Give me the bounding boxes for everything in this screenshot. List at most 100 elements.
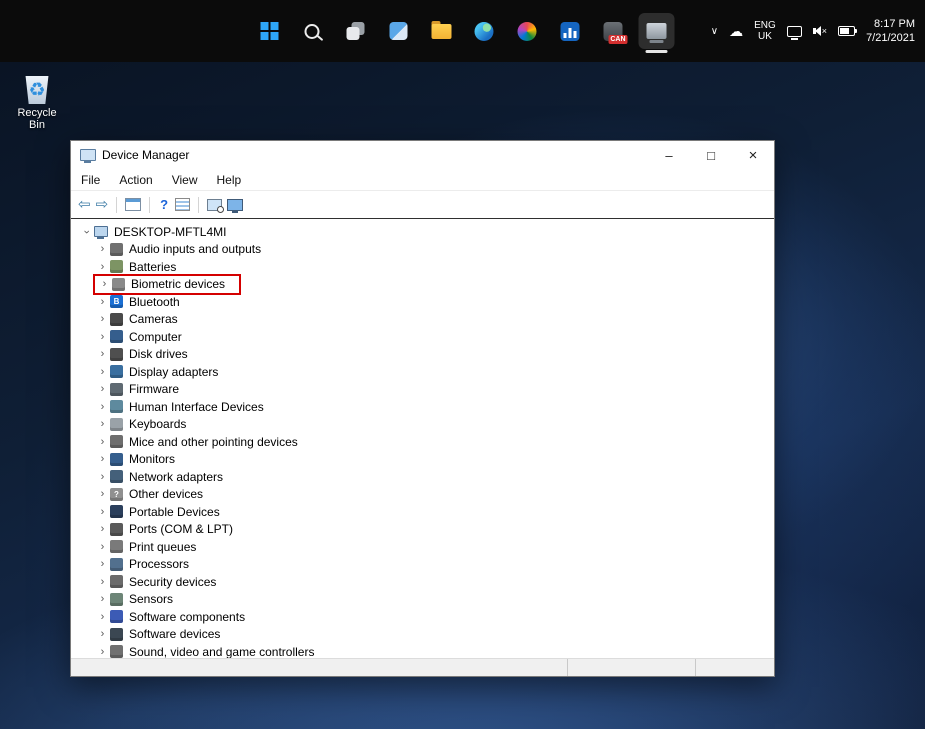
expand-chevron-icon[interactable]: › bbox=[95, 366, 110, 378]
expand-chevron-icon[interactable]: › bbox=[95, 418, 110, 430]
device-category-row[interactable]: › Display adapters bbox=[71, 363, 774, 381]
device-manager-taskbar-button[interactable] bbox=[638, 13, 674, 49]
expand-chevron-icon[interactable]: › bbox=[95, 453, 110, 465]
expand-chevron-icon[interactable]: › bbox=[95, 646, 110, 658]
speaker-icon bbox=[110, 242, 123, 256]
device-category-row[interactable]: › Processors bbox=[71, 556, 774, 574]
expand-chevron-icon[interactable]: › bbox=[95, 506, 110, 518]
device-category-row[interactable]: › Software devices bbox=[71, 626, 774, 644]
expand-chevron-icon[interactable]: › bbox=[95, 488, 110, 500]
expand-chevron-icon[interactable]: › bbox=[95, 611, 110, 623]
expand-chevron-icon[interactable]: › bbox=[95, 348, 110, 360]
close-button[interactable]: × bbox=[732, 141, 774, 169]
tree-root-row[interactable]: › DESKTOP-MFTL4MI bbox=[71, 223, 774, 241]
device-category-row[interactable]: › Disk drives bbox=[71, 346, 774, 364]
unknown-device-icon: ? bbox=[110, 487, 123, 501]
expand-chevron-icon[interactable]: › bbox=[95, 243, 110, 255]
expand-chevron-icon[interactable]: › bbox=[95, 471, 110, 483]
hidden-icons-chevron[interactable]: ∨ bbox=[711, 26, 718, 37]
device-category-row[interactable]: › Sensors bbox=[71, 591, 774, 609]
sensor-icon bbox=[110, 592, 123, 606]
help-icon[interactable]: ? bbox=[158, 197, 170, 212]
device-category-row[interactable]: › Software components bbox=[71, 608, 774, 626]
expand-chevron-icon[interactable]: › bbox=[95, 296, 110, 308]
status-bar-main bbox=[71, 659, 567, 676]
keyboard-icon bbox=[110, 417, 123, 431]
device-category-row[interactable]: › Print queues bbox=[71, 538, 774, 556]
task-view-button[interactable] bbox=[337, 13, 373, 49]
edge-button[interactable] bbox=[466, 13, 502, 49]
device-manager-app-icon bbox=[646, 23, 666, 43]
back-icon[interactable]: ⇦ bbox=[78, 197, 91, 212]
device-category-row[interactable]: › Firmware bbox=[71, 381, 774, 399]
minimize-button[interactable]: – bbox=[648, 141, 690, 169]
search-button[interactable] bbox=[294, 13, 330, 49]
can-badge: CAN bbox=[608, 34, 628, 44]
file-explorer-button[interactable] bbox=[423, 13, 459, 49]
expand-chevron-icon[interactable]: › bbox=[95, 383, 110, 395]
window-title: Device Manager bbox=[102, 148, 190, 162]
collapse-chevron-icon[interactable]: › bbox=[81, 224, 93, 239]
recycle-bin-shortcut[interactable]: ♻ Recycle Bin bbox=[8, 76, 66, 132]
device-category-row[interactable]: › Portable Devices bbox=[71, 503, 774, 521]
properties-icon[interactable] bbox=[175, 198, 191, 211]
clock[interactable]: 8:17 PM 7/21/2021 bbox=[866, 17, 915, 45]
expand-chevron-icon[interactable]: › bbox=[97, 278, 112, 290]
device-category-row[interactable]: › Human Interface Devices bbox=[71, 398, 774, 416]
taskbar-center-icons: CAN bbox=[251, 0, 674, 62]
expand-chevron-icon[interactable]: › bbox=[95, 313, 110, 325]
photos-button[interactable] bbox=[509, 13, 545, 49]
title-bar[interactable]: Device Manager – □ × bbox=[71, 141, 774, 169]
menu-item-help[interactable]: Help bbox=[217, 173, 242, 187]
display-cast-icon[interactable] bbox=[786, 25, 802, 40]
device-category-row[interactable]: › Mice and other pointing devices bbox=[71, 433, 774, 451]
windows-logo-icon bbox=[260, 22, 278, 40]
expand-chevron-icon[interactable]: › bbox=[95, 523, 110, 535]
expand-chevron-icon[interactable]: › bbox=[95, 593, 110, 605]
expand-chevron-icon[interactable]: › bbox=[95, 558, 110, 570]
forward-icon[interactable]: ⇨ bbox=[96, 197, 109, 212]
device-category-row[interactable]: › Ports (COM & LPT) bbox=[71, 521, 774, 539]
device-category-row[interactable]: › Network adapters bbox=[71, 468, 774, 486]
device-category-row[interactable]: › Computer bbox=[71, 328, 774, 346]
show-console-tree-icon[interactable] bbox=[125, 198, 142, 211]
battery-icon[interactable] bbox=[838, 26, 858, 36]
tree-item-label: Processors bbox=[129, 557, 190, 572]
expand-chevron-icon[interactable]: › bbox=[95, 331, 110, 343]
window-controls: – □ × bbox=[648, 141, 774, 169]
tree-item-label: Cameras bbox=[129, 312, 178, 327]
device-category-row[interactable]: › B Bluetooth bbox=[71, 293, 774, 311]
mute-x: × bbox=[821, 26, 828, 36]
edge-icon bbox=[474, 21, 494, 41]
remote-computer-icon[interactable] bbox=[227, 198, 244, 213]
scan-hardware-changes-icon[interactable] bbox=[207, 198, 225, 213]
device-category-row[interactable]: › Keyboards bbox=[71, 416, 774, 434]
widgets-button[interactable] bbox=[380, 13, 416, 49]
expand-chevron-icon[interactable]: › bbox=[95, 436, 110, 448]
language-indicator[interactable]: ENG UK bbox=[754, 20, 776, 42]
menu-item-action[interactable]: Action bbox=[119, 173, 152, 187]
onedrive-cloud-icon[interactable]: ☁ bbox=[729, 24, 743, 38]
volume-muted-icon[interactable]: × bbox=[812, 26, 828, 36]
device-category-row[interactable]: › Security devices bbox=[71, 573, 774, 591]
expand-chevron-icon[interactable]: › bbox=[95, 401, 110, 413]
expand-chevron-icon[interactable]: › bbox=[95, 576, 110, 588]
expand-chevron-icon[interactable]: › bbox=[95, 628, 110, 640]
can-app-button[interactable]: CAN bbox=[595, 13, 631, 49]
device-category-row[interactable]: › Cameras bbox=[71, 311, 774, 329]
menu-item-view[interactable]: View bbox=[172, 173, 198, 187]
device-category-row[interactable]: › ? Other devices bbox=[71, 486, 774, 504]
tree-item-label: Audio inputs and outputs bbox=[129, 242, 262, 257]
menu-item-file[interactable]: File bbox=[81, 173, 100, 187]
task-manager-button[interactable] bbox=[552, 13, 588, 49]
device-category-row[interactable]: › Audio inputs and outputs bbox=[71, 241, 774, 259]
device-category-row[interactable]: › Monitors bbox=[71, 451, 774, 469]
device-category-row[interactable]: › Biometric devices bbox=[71, 273, 774, 295]
start-button[interactable] bbox=[251, 13, 287, 49]
device-category-row[interactable]: › Sound, video and game controllers bbox=[71, 643, 774, 658]
speaker-cone bbox=[814, 26, 821, 36]
maximize-button[interactable]: □ bbox=[690, 141, 732, 169]
expand-chevron-icon[interactable]: › bbox=[95, 261, 110, 273]
expand-chevron-icon[interactable]: › bbox=[95, 541, 110, 553]
disk-icon bbox=[110, 347, 123, 361]
